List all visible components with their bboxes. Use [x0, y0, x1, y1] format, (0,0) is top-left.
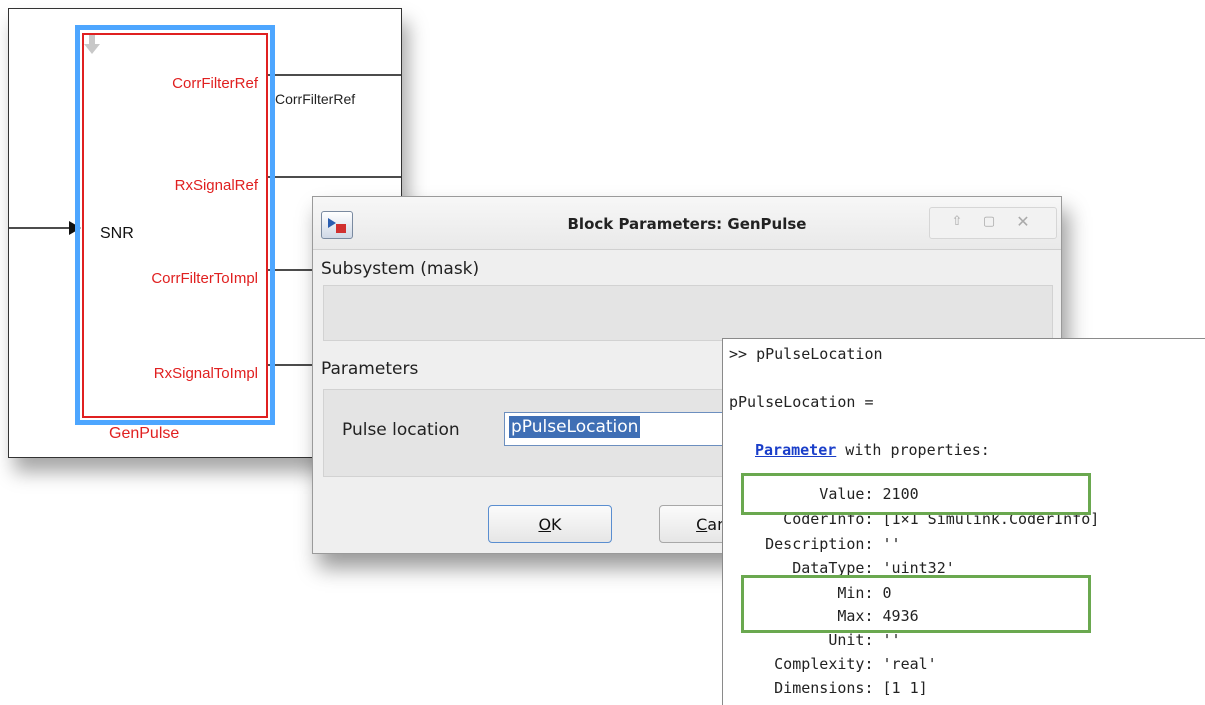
close-icon[interactable]: ✕	[1012, 213, 1034, 231]
window-controls: ⇧ ▢ ✕	[929, 207, 1057, 239]
mask-description-box	[323, 285, 1053, 341]
ok-button[interactable]: OK	[488, 505, 612, 543]
minimize-icon[interactable]: ⇧	[946, 213, 968, 231]
dialog-titlebar[interactable]: Block Parameters: GenPulse ⇧ ▢ ✕	[313, 197, 1061, 250]
command-window[interactable]: >> pPulseLocation pPulseLocation = Param…	[722, 338, 1205, 705]
command-prompt-line: >> pPulseLocation	[729, 345, 883, 363]
genpulse-block[interactable]: CorrFilterRef RxSignalRef CorrFilterToIm…	[82, 33, 268, 418]
subsystem-heading: Subsystem (mask)	[321, 259, 480, 279]
signal-label: CorrFilterRef	[275, 91, 356, 107]
assignment-line: pPulseLocation =	[729, 393, 874, 411]
down-arrow-icon	[84, 35, 100, 54]
property-description: Description: ''	[729, 535, 901, 553]
pulse-location-value: pPulseLocation	[509, 416, 641, 438]
port-corrfilterref: CorrFilterRef	[172, 75, 258, 92]
property-complexity: Complexity: 'real'	[729, 655, 937, 673]
port-rxsignalref: RxSignalRef	[174, 177, 258, 194]
property-unit: Unit: ''	[729, 631, 901, 649]
block-name-label: GenPulse	[109, 425, 180, 442]
maximize-icon[interactable]: ▢	[978, 213, 1000, 231]
port-rxsignaltoimpl: RxSignalToImpl	[153, 365, 258, 382]
min-max-highlight-box	[741, 575, 1091, 633]
port-snr: SNR	[100, 225, 134, 242]
parameters-heading: Parameters	[321, 359, 419, 379]
property-dimensions: Dimensions: [1 1]	[729, 679, 928, 697]
pulse-location-label: Pulse location	[342, 420, 460, 440]
port-corrfiltertoimpl: CorrFilterToImpl	[151, 270, 258, 287]
parameter-class-link[interactable]: Parameter	[755, 441, 836, 459]
class-line: Parameter with properties:	[755, 441, 990, 459]
value-highlight-box	[741, 473, 1091, 515]
